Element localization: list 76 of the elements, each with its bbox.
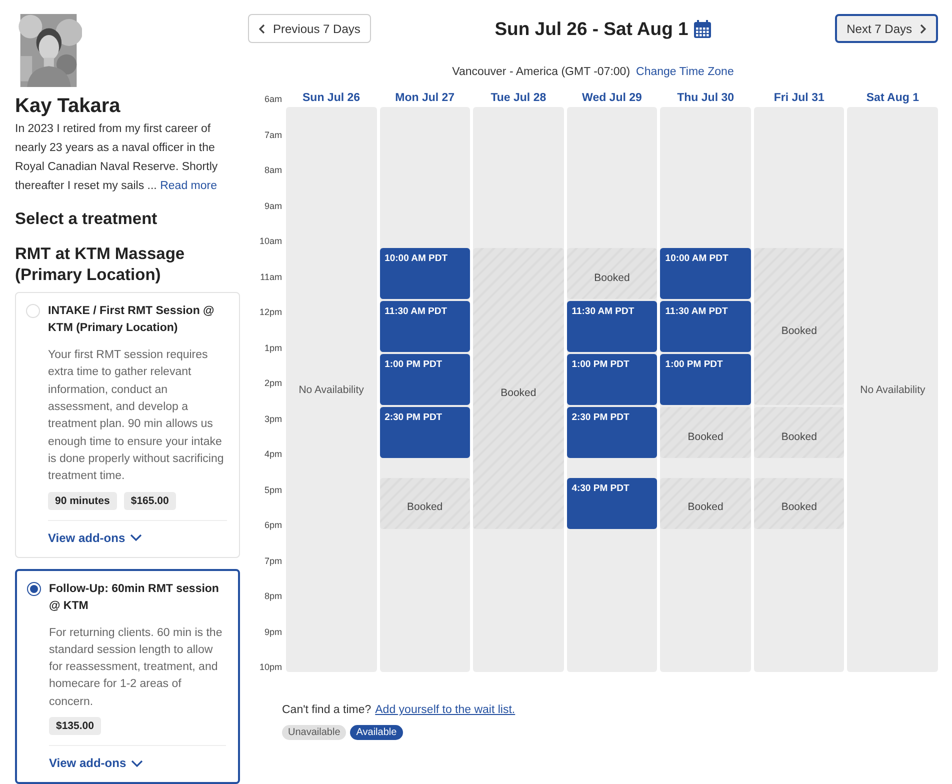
booked-block: Booked xyxy=(754,478,844,529)
treatment-tag: 90 minutes xyxy=(48,492,117,510)
hour-label: 11am xyxy=(260,272,282,282)
no-availability-text: No Availability xyxy=(860,384,926,396)
hour-label: 10pm xyxy=(259,662,282,672)
read-more-link[interactable]: Read more xyxy=(160,180,217,192)
chevron-right-icon xyxy=(920,24,926,34)
hour-label: 2pm xyxy=(264,378,282,388)
hour-label: 4pm xyxy=(264,449,282,459)
day-header: Fri Jul 31 xyxy=(772,92,826,106)
treatment-tag: $165.00 xyxy=(124,492,176,510)
treatment-title: INTAKE / First RMT Session @ KTM (Primary Location) xyxy=(48,304,216,336)
day-header: Mon Jul 27 xyxy=(394,92,456,106)
booked-block: Booked xyxy=(660,478,751,529)
radio-button[interactable] xyxy=(27,582,41,596)
view-addons-button[interactable]: View add-ons xyxy=(48,520,227,557)
time-slot[interactable]: 11:30 AM PDT xyxy=(566,301,658,352)
time-slot[interactable]: 1:00 PM PDT xyxy=(566,354,658,406)
booked-block: Booked xyxy=(660,407,751,458)
legend-badge: Unavailable xyxy=(282,725,346,740)
time-slot[interactable]: 11:30 AM PDT xyxy=(380,301,470,352)
booked-block: Booked xyxy=(380,478,470,529)
provider-name: Kay Takara xyxy=(15,94,122,118)
time-slot[interactable]: 11:30 AM PDT xyxy=(660,301,751,352)
legend-badge: Available xyxy=(350,725,403,740)
chevron-left-icon xyxy=(259,24,265,34)
location-heading: RMT at KTM Massage (Primary Location) xyxy=(15,244,186,286)
hour-label: 8pm xyxy=(264,591,282,601)
provider-bio: In 2023 I retired from my first career of nearly 23 years as a naval officer in the Royal Canadian Naval Reserve. Shortly thereafter I reset my sails ... Read more xyxy=(15,122,219,194)
day-header: Thu Jul 30 xyxy=(676,92,735,106)
time-slot[interactable]: 2:30 PM PDT xyxy=(566,407,658,458)
time-slot[interactable]: 10:00 AM PDT xyxy=(380,248,470,300)
date-range-title: Sun Jul 26 - Sat Aug 1 xyxy=(494,18,688,40)
time-slot[interactable]: 1:00 PM PDT xyxy=(660,354,751,406)
chevron-down-icon xyxy=(131,760,144,766)
treatment-card[interactable]: Follow-Up: 60min RMT session @ KTM For returning clients. 60 min is the standard session length to allow for reassessment, treatment, and homecare for 1-2 areas of concern. $135.00 View add-ons xyxy=(15,568,240,784)
change-timezone-link[interactable]: Change Time Zone xyxy=(636,66,734,78)
time-slot[interactable]: 4:30 PM PDT xyxy=(566,478,658,529)
hour-label: 9pm xyxy=(264,626,282,636)
hour-label: 7am xyxy=(264,130,282,140)
previous-week-button[interactable]: Previous 7 Days xyxy=(248,14,372,43)
calendar-icon[interactable] xyxy=(694,20,712,38)
day-header: Sun Jul 26 xyxy=(302,92,362,106)
next-week-button[interactable]: Next 7 Days xyxy=(834,14,938,43)
booked-block: Booked xyxy=(566,248,658,300)
hour-label: 9am xyxy=(264,200,282,210)
treatment-description: Your first RMT session requires extra time to gather relevant information, conduct an assessment, and develop a treatment plan. 90 min allows us enough time to ensure your intake is done properly without sacrificing treatment time. xyxy=(48,348,225,484)
hour-label: 6pm xyxy=(264,520,282,530)
chevron-down-icon xyxy=(130,534,142,542)
timezone-label: Vancouver - America (GMT -07:00) xyxy=(452,66,630,78)
hour-label: 7pm xyxy=(264,556,282,566)
treatment-title: Follow-Up: 60min RMT session @ KTM xyxy=(49,582,220,614)
hour-label: 1pm xyxy=(264,342,282,352)
hour-label: 3pm xyxy=(264,414,282,424)
time-slot[interactable]: 10:00 AM PDT xyxy=(660,248,751,300)
treatment-tag: $135.00 xyxy=(49,717,101,735)
time-slot[interactable]: 2:30 PM PDT xyxy=(380,407,470,458)
treatment-card[interactable] xyxy=(15,292,240,558)
treatment-description: For returning clients. 60 min is the standard session length to allow for reassessment, treatment, and homecare for 1-2 areas of concern. xyxy=(49,626,224,710)
booked-block: Booked xyxy=(754,248,844,406)
hour-label: 10am xyxy=(259,236,282,246)
section-heading: Select a treatment xyxy=(15,209,158,230)
no-availability-text: No Availability xyxy=(298,384,364,396)
view-addons-button[interactable]: View add-ons xyxy=(49,745,226,782)
booked-block: Booked xyxy=(473,248,564,529)
waitlist-prompt: Can't find a time? xyxy=(282,704,372,716)
hour-label: 12pm xyxy=(259,307,282,317)
time-slot[interactable]: 1:00 PM PDT xyxy=(380,354,470,406)
day-header: Wed Jul 29 xyxy=(581,92,643,106)
hour-label: 6am xyxy=(264,94,282,104)
hour-label: 8am xyxy=(264,165,282,175)
day-header: Tue Jul 28 xyxy=(490,92,548,106)
hour-label: 5pm xyxy=(264,484,282,494)
waitlist-link[interactable]: Add yourself to the wait list. xyxy=(375,704,516,716)
booked-block: Booked xyxy=(754,407,844,458)
day-header: Sat Aug 1 xyxy=(865,92,920,106)
